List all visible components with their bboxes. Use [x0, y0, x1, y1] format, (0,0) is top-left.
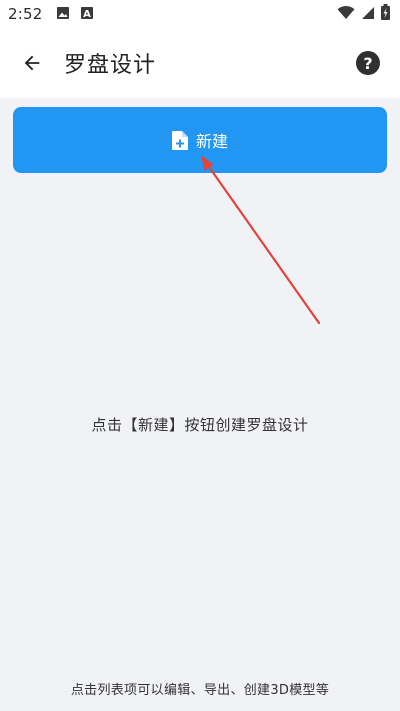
status-time: 2:52	[8, 5, 43, 23]
wifi-icon	[337, 5, 355, 24]
status-right-icons	[337, 4, 390, 24]
app-bar: 罗盘设计 ?	[0, 28, 400, 98]
back-button[interactable]	[18, 49, 46, 77]
image-icon	[56, 5, 70, 24]
signal-icon	[361, 5, 375, 24]
footer-hint-text: 点击列表项可以编辑、导出、创建3D模型等	[70, 683, 330, 698]
new-button-label: 新建	[195, 132, 228, 151]
help-circle-icon: ?	[363, 53, 373, 73]
status-bar: 2:52 A	[0, 0, 400, 28]
status-left-icons: A	[56, 5, 94, 24]
file-plus-icon	[171, 130, 188, 150]
empty-hint-text: 点击【新建】按钮创建罗盘设计	[91, 416, 309, 434]
annotation-arrow	[201, 155, 321, 325]
main-content: 新建 点击【新建】按钮创建罗盘设计 点击列表项可以编辑、导出、创建3D模型等	[0, 98, 400, 711]
a-notification-icon: A	[80, 5, 94, 24]
screen: 2:52 A 罗盘设计 ? 新建 点击【新建】按钮创建罗盘设计 点击列表项可以编…	[0, 0, 400, 711]
arrow-left-icon	[24, 55, 40, 71]
page-title: 罗盘设计	[64, 53, 157, 78]
help-button[interactable]: ?	[356, 51, 380, 75]
svg-text:A: A	[84, 9, 92, 20]
battery-icon	[381, 4, 390, 24]
new-button[interactable]: 新建	[13, 107, 387, 173]
